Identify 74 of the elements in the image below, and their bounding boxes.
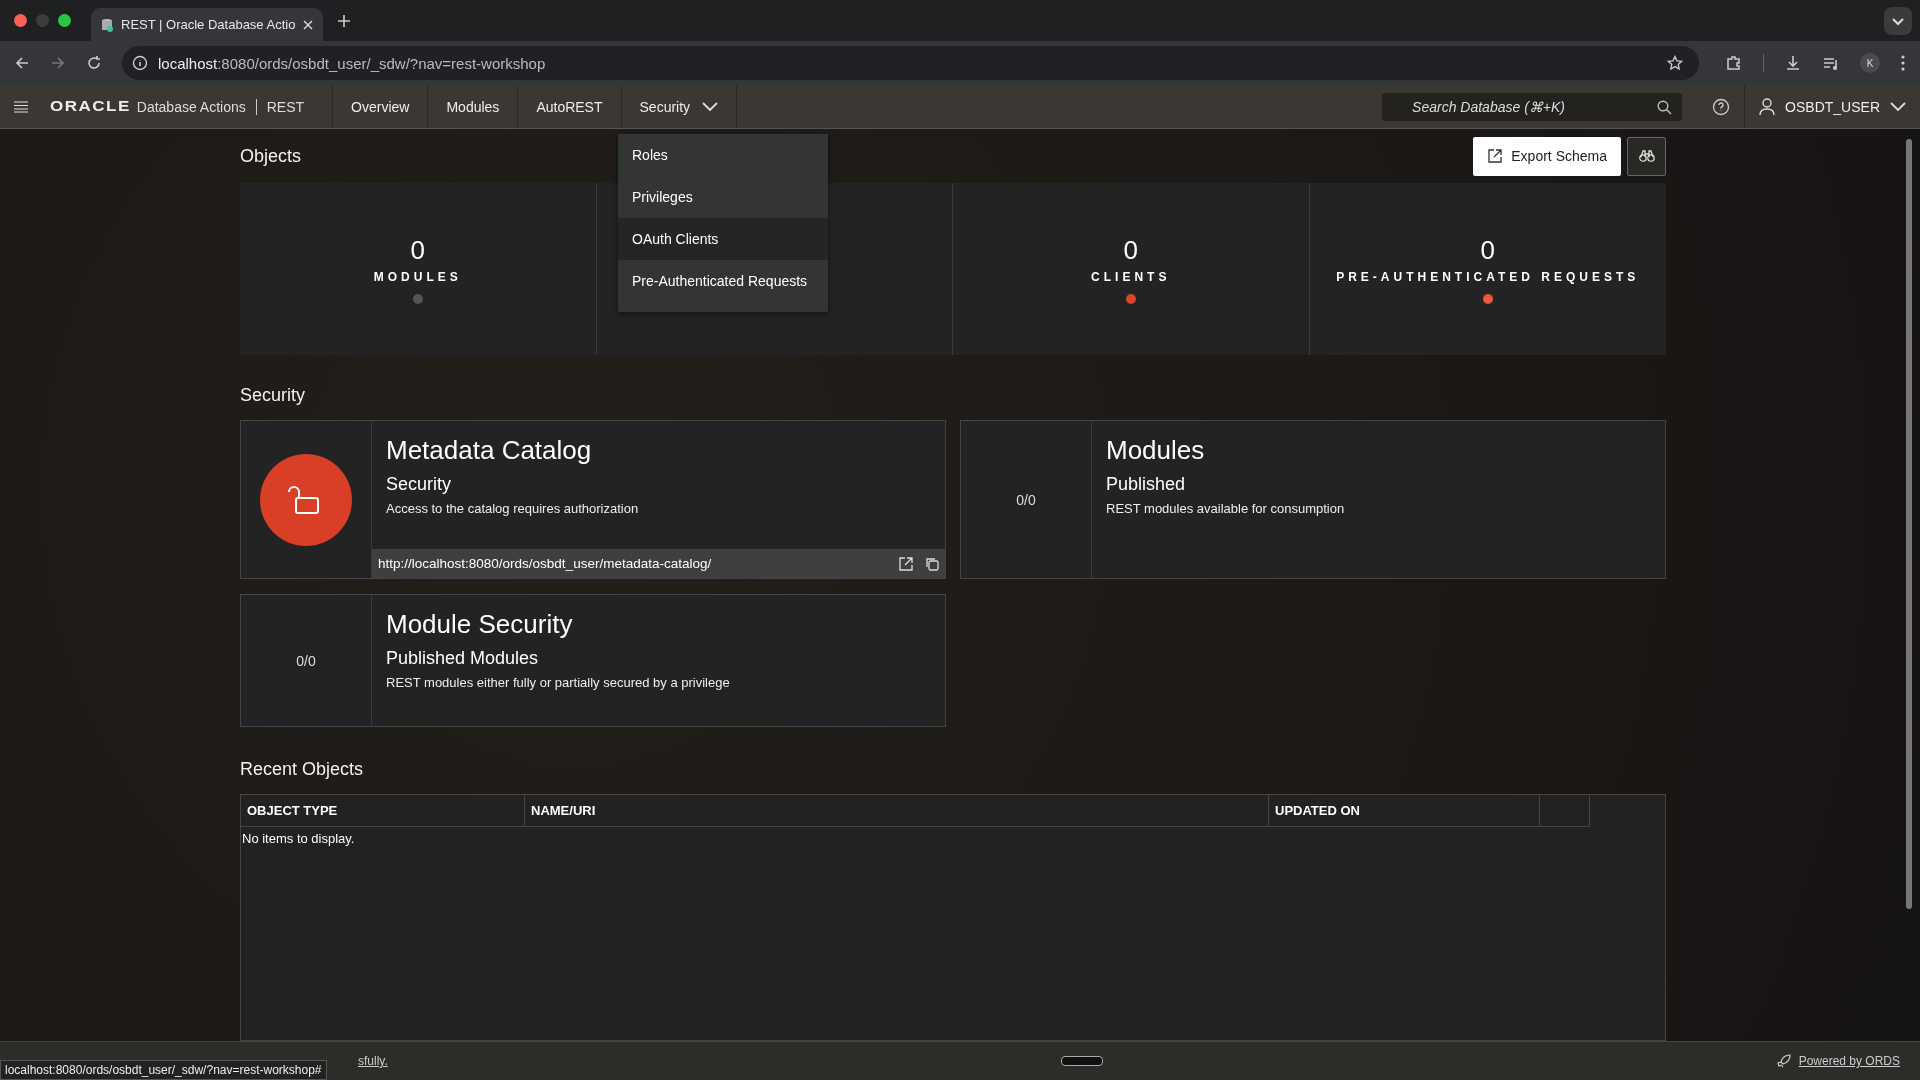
- reload-icon[interactable]: [86, 55, 102, 71]
- card-subtitle: Published: [1106, 474, 1187, 495]
- binoculars-button[interactable]: [1627, 136, 1666, 176]
- nav-tab[interactable]: Modules: [428, 85, 519, 128]
- empty-message: No items to display.: [241, 830, 356, 848]
- close-window-icon[interactable]: [14, 14, 27, 27]
- help-icon[interactable]: [1712, 97, 1731, 116]
- column-header: UPDATED ON: [1269, 795, 1540, 826]
- status-message: sfully.: [358, 1054, 388, 1068]
- product-name: Database Actions: [136, 98, 246, 115]
- menu-item[interactable]: OAuth Clients: [618, 218, 828, 260]
- section-name: REST: [266, 98, 305, 115]
- profile-avatar[interactable]: K: [1860, 53, 1880, 73]
- search-icon[interactable]: [1657, 99, 1673, 115]
- oracle-logo: ORACLE: [50, 98, 131, 115]
- star-icon[interactable]: [1667, 55, 1683, 71]
- section-title: Recent Objects: [240, 759, 365, 780]
- new-tab-icon[interactable]: [337, 13, 352, 28]
- close-tab-icon[interactable]: [303, 19, 314, 30]
- resize-handle[interactable]: [1061, 1056, 1104, 1066]
- chevron-down-icon: [1890, 101, 1906, 112]
- search-field[interactable]: Search Database (⌘+K): [1382, 92, 1683, 121]
- export-icon: [1487, 148, 1504, 164]
- card-description: REST modules either fully or partially secured by a privilege: [386, 675, 731, 690]
- stat-label: CLIENTS: [1091, 269, 1171, 284]
- menu-icon[interactable]: [14, 100, 28, 113]
- open-external-icon[interactable]: [899, 556, 913, 571]
- more-icon[interactable]: [1900, 54, 1906, 72]
- nav-tab[interactable]: Security: [621, 85, 738, 128]
- menu-item[interactable]: Privileges: [618, 176, 828, 218]
- stat-label: MODULES: [373, 269, 462, 284]
- card-description: Access to the catalog requires authorization: [386, 501, 640, 516]
- card-title: Metadata Catalog: [386, 435, 593, 466]
- section-title: Objects: [240, 145, 302, 167]
- stat-count: 0: [1123, 234, 1138, 266]
- stat-label: PRE-AUTHENTICATED REQUESTS: [1336, 269, 1640, 284]
- back-icon[interactable]: [14, 55, 30, 71]
- link-preview-tooltip: localhost:8080/ords/osbdt_user/_sdw/?nav=rest-workshop#: [0, 1060, 327, 1080]
- browser-tab[interactable]: REST | Oracle Database Actio: [91, 8, 324, 41]
- catalog-url: http://localhost:8080/ords/osbdt_user/metadata-catalog/: [378, 556, 712, 571]
- copy-icon[interactable]: [925, 556, 939, 571]
- column-header: OBJECT TYPE: [241, 795, 525, 826]
- stat-count: 0: [1480, 234, 1495, 266]
- card-subtitle: Published Modules: [386, 648, 540, 669]
- puzzle-icon[interactable]: [1725, 54, 1743, 72]
- section-title: Security: [240, 385, 307, 406]
- info-icon: [132, 55, 148, 71]
- chevron-down-icon: [702, 101, 719, 112]
- tab-search-icon[interactable]: [1884, 6, 1912, 35]
- scrollbar-thumb[interactable]: [1906, 139, 1912, 909]
- nav-tab[interactable]: Overview: [333, 85, 429, 128]
- column-header: NAME/URI: [525, 795, 1269, 826]
- count-ratio: 0/0: [1016, 491, 1036, 508]
- card-title: Modules: [1106, 435, 1206, 466]
- user-menu[interactable]: OSBDT_USER: [1744, 85, 1920, 128]
- nav-tab[interactable]: AutoREST: [518, 85, 622, 128]
- powered-by-link[interactable]: Powered by ORDS: [1798, 1054, 1900, 1068]
- card-subtitle: Security: [386, 474, 453, 495]
- unlocked-padlock-icon: [260, 453, 352, 546]
- card-title: Module Security: [386, 609, 574, 640]
- stat-count: 0: [410, 234, 425, 266]
- count-ratio: 0/0: [296, 652, 316, 669]
- zoom-window-icon[interactable]: [58, 14, 71, 27]
- card-description: REST modules available for consumption: [1106, 501, 1346, 516]
- export-schema-button[interactable]: Export Schema: [1473, 136, 1621, 176]
- address-bar[interactable]: localhost:8080/ords/osbdt_user/_sdw/?nav=rest-workshop: [122, 46, 1699, 80]
- binoculars-icon: [1638, 149, 1655, 163]
- user-icon: [1759, 97, 1776, 116]
- forward-icon[interactable]: [50, 55, 66, 71]
- download-icon[interactable]: [1784, 54, 1802, 72]
- database-icon: [101, 17, 113, 32]
- menu-item[interactable]: Pre-Authenticated Requests: [618, 260, 828, 302]
- rocket-icon: [1776, 1054, 1791, 1068]
- menu-item[interactable]: Roles: [618, 134, 828, 176]
